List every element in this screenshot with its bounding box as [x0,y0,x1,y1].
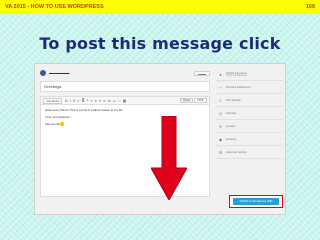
publish-button-highlight: Publish to Wordpress (FB) [229,195,283,208]
quote-icon[interactable]: ❝ [87,99,89,103]
person-icon: ● [219,71,222,77]
pin-icon: ⌖ [219,123,222,129]
editor-mode-tabs: Visual HTML [179,98,207,103]
align-left-icon[interactable]: ≡ [91,99,93,103]
bullet-list-icon[interactable]: ≡ [77,99,79,103]
avatar [40,70,46,76]
more-icon[interactable]: ▭ [113,99,116,103]
editor-toolbar: Add Media B I S ≡ ≣ ❝ ≡ ≡ ≡ ∞ ⊘ ▭ ⛶ ▦ Vi… [40,96,210,104]
upload-button[interactable]: ▬▬▬ [194,70,210,76]
editor-line: Hello every friend ! This is a post of a… [45,108,124,112]
clock-icon: ◷ [218,110,223,116]
gear-icon: ⚙ [218,149,223,155]
list-icon: ≡ [219,97,222,103]
tab-visual[interactable]: Visual [179,98,193,103]
chevron-right-icon: › [280,137,281,141]
link-icon[interactable]: ∞ [103,99,105,103]
chevron-right-icon: › [280,85,281,89]
publish-button[interactable]: Publish to Wordpress (FB) [233,198,279,205]
chevron-right-icon: › [280,72,281,76]
strike-icon[interactable]: S [73,99,75,103]
sidebar-item-format[interactable]: + Format & Attachments › [216,81,283,94]
unlink-icon[interactable]: ⊘ [108,99,111,103]
site-name-placeholder: ▬▬▬▬▬▬ [49,71,70,75]
red-arrow-icon [151,116,187,200]
post-header: ▬▬▬▬▬▬ ▬▬▬ [40,68,210,78]
sidebar-item-publish-to[interactable]: ● Publish this post to Poster via Facebo… [216,68,283,81]
tab-html[interactable]: HTML [193,98,207,103]
italic-icon[interactable]: I [70,99,71,103]
align-center-icon[interactable]: ≡ [95,99,97,103]
post-title-field[interactable]: Greetings [40,81,210,92]
sidebar-item-settings[interactable]: ≡ Post Settings › [216,94,283,107]
slide-header-bar: VA 2015 - HOW TO USE WORDPRESS 169 [0,0,320,14]
fullscreen-icon[interactable]: ⛶ [118,99,120,103]
post-settings-sidebar: ● Publish this post to Poster via Facebo… [216,68,283,212]
tag-icon: ◆ [218,136,223,142]
add-media-button[interactable]: Add Media [43,97,63,104]
slide-header-title: VA 2015 - HOW TO USE WORDPRESS [5,4,104,10]
slide-page-number: 169 [305,4,315,10]
bold-icon[interactable]: B [65,99,67,103]
slide-title: To post this message click [39,34,281,53]
sidebar-item-schedule[interactable]: ◷ Schedule › [216,107,283,120]
numbered-list-icon[interactable]: ≣ [82,99,85,103]
chevron-right-icon: › [280,98,281,102]
kitchen-sink-icon[interactable]: ▦ [123,99,126,103]
chevron-right-icon: › [280,111,281,115]
format-icons: B I S ≡ ≣ ❝ ≡ ≡ ≡ ∞ ⊘ ▭ ⛶ ▦ [65,99,126,103]
sidebar-item-location[interactable]: ⌖ Location › [216,120,283,133]
sidebar-item-audience[interactable]: ◆ Audience › [216,133,283,146]
chevron-right-icon: › [280,124,281,128]
chevron-right-icon: › [280,150,281,154]
plus-icon: + [219,84,222,90]
smiley-icon [60,122,65,127]
sidebar-item-advanced[interactable]: ⚙ Advanced Settings › [216,146,283,159]
align-right-icon[interactable]: ≡ [99,99,101,103]
